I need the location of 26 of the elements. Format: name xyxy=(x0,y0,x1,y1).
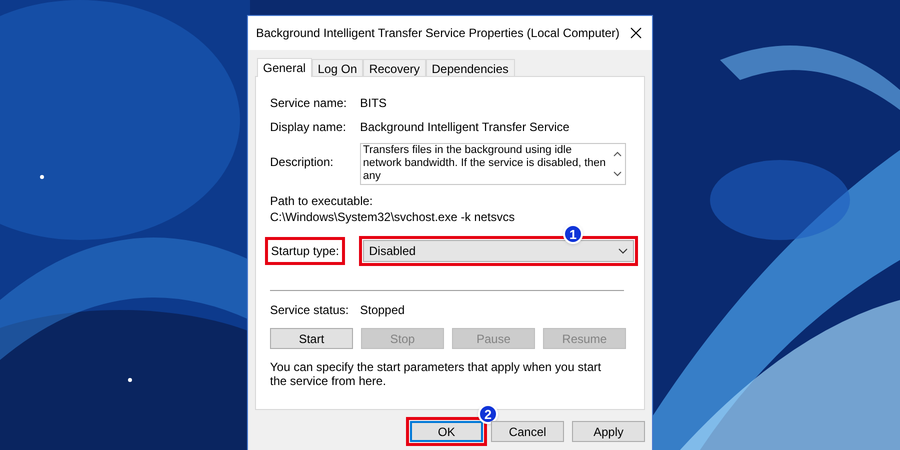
tab[interactable]: General xyxy=(257,58,312,77)
tab[interactable]: Recovery xyxy=(363,59,426,76)
field-label: Service name: xyxy=(270,95,348,112)
field-value: BITS xyxy=(360,95,387,112)
dialog-button[interactable]: OK xyxy=(410,421,483,442)
field-value: Background Intelligent Transfer Service xyxy=(360,119,570,136)
field-label: Description: xyxy=(270,154,334,171)
hint-text: You can specify the start parameters that apply when you start the service from here. xyxy=(270,360,602,388)
tab[interactable]: Dependencies xyxy=(426,59,514,76)
field-label: Path to executable: xyxy=(270,193,373,209)
status-value: Stopped xyxy=(360,302,405,319)
field-label: Startup type: xyxy=(265,237,346,265)
number-badge: 1 xyxy=(563,224,583,244)
window-title: Background Intelligent Transfer Service Properties (Local Computer) xyxy=(256,25,620,42)
service-button[interactable]: Start xyxy=(270,328,353,349)
close-icon xyxy=(630,27,642,39)
scroll-down-icon[interactable] xyxy=(612,171,622,177)
startup-type-dropdown[interactable]: Disabled xyxy=(363,240,634,262)
path-value: C:\Windows\System32\svchost.exe -k netsvcs xyxy=(270,209,515,225)
chevron-down-icon xyxy=(618,248,628,254)
field-label: Display name: xyxy=(270,119,348,136)
dialog-button[interactable]: Apply xyxy=(572,421,645,442)
dialog-button[interactable]: Cancel xyxy=(491,421,564,442)
field-label: Service status: xyxy=(270,302,350,319)
tab[interactable]: Log On xyxy=(312,59,364,76)
scroll-up-icon[interactable] xyxy=(612,151,622,157)
